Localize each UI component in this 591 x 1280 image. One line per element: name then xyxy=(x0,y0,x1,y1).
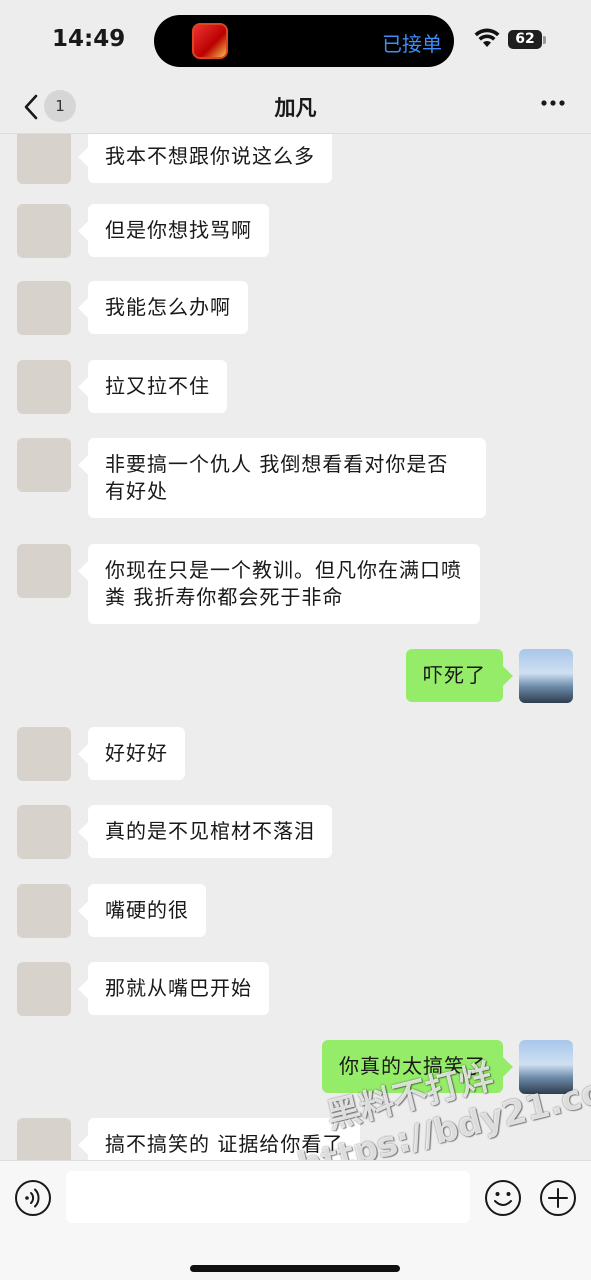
message-text: 那就从嘴巴开始 xyxy=(105,976,252,1000)
message-bubble[interactable]: 你真的太搞笑了 xyxy=(322,1040,503,1093)
contact-avatar[interactable] xyxy=(17,544,71,598)
message-text: 我本不想跟你说这么多 xyxy=(105,144,315,168)
dynamic-island[interactable]: 已接单 xyxy=(154,15,454,67)
wifi-icon xyxy=(474,28,500,47)
island-label: 已接单 xyxy=(382,32,442,56)
message-bubble[interactable]: 我本不想跟你说这么多 xyxy=(88,134,332,183)
message-text: 但是你想找骂啊 xyxy=(105,218,252,242)
status-time: 14:49 xyxy=(52,26,126,52)
contact-avatar[interactable] xyxy=(17,1118,71,1160)
contact-avatar[interactable] xyxy=(17,805,71,859)
message-bubble[interactable]: 我能怎么办啊 xyxy=(88,281,248,334)
nav-bar: 1 加凡 xyxy=(0,82,591,134)
contact-avatar[interactable] xyxy=(17,884,71,938)
contact-avatar[interactable] xyxy=(17,438,71,492)
message-text: 你现在只是一个教训。但凡你在满口喷粪 我折寿你都会死于非命 xyxy=(105,558,462,609)
message-text: 你真的太搞笑了 xyxy=(339,1054,486,1078)
message-input[interactable] xyxy=(66,1171,470,1223)
chat-title: 加凡 xyxy=(274,96,317,120)
battery-indicator: 62 xyxy=(508,30,542,49)
message-bubble[interactable]: 吓死了 xyxy=(406,649,503,702)
more-icon[interactable] xyxy=(540,98,566,108)
contact-avatar[interactable] xyxy=(17,281,71,335)
input-bar xyxy=(0,1160,591,1280)
contact-avatar[interactable] xyxy=(17,134,71,184)
plus-icon[interactable] xyxy=(539,1179,577,1217)
message-text: 真的是不见棺材不落泪 xyxy=(105,819,315,843)
message-bubble[interactable]: 搞不搞笑的 证据给你看了 xyxy=(88,1118,361,1160)
voice-icon[interactable] xyxy=(14,1179,52,1217)
contact-avatar[interactable] xyxy=(17,360,71,414)
message-bubble[interactable]: 嘴硬的很 xyxy=(88,884,206,937)
message-bubble[interactable]: 那就从嘴巴开始 xyxy=(88,962,269,1015)
message-text: 拉又拉不住 xyxy=(105,374,210,398)
message-text: 吓死了 xyxy=(423,663,486,687)
user-avatar[interactable] xyxy=(519,1040,573,1094)
battery-cap xyxy=(543,36,546,44)
message-text: 搞不搞笑的 证据给你看了 xyxy=(105,1132,344,1156)
message-text: 嘴硬的很 xyxy=(105,898,189,922)
message-bubble[interactable]: 非要搞一个仇人 我倒想看看对你是否有好处 xyxy=(88,438,486,518)
message-text: 好好好 xyxy=(105,741,168,765)
contact-avatar[interactable] xyxy=(17,204,71,258)
message-bubble[interactable]: 你现在只是一个教训。但凡你在满口喷粪 我折寿你都会死于非命 xyxy=(88,544,480,624)
message-bubble[interactable]: 拉又拉不住 xyxy=(88,360,227,413)
message-bubble[interactable]: 好好好 xyxy=(88,727,185,780)
emoji-icon[interactable] xyxy=(484,1179,522,1217)
message-bubble[interactable]: 真的是不见棺材不落泪 xyxy=(88,805,332,858)
message-bubble[interactable]: 但是你想找骂啊 xyxy=(88,204,269,257)
contact-avatar[interactable] xyxy=(17,962,71,1016)
home-indicator xyxy=(190,1265,400,1272)
island-app-icon xyxy=(192,23,228,59)
contact-avatar[interactable] xyxy=(17,727,71,781)
message-text: 我能怎么办啊 xyxy=(105,295,231,319)
message-text: 非要搞一个仇人 我倒想看看对你是否有好处 xyxy=(105,452,449,503)
status-bar: 14:49 已接单 62 xyxy=(0,0,591,82)
chat-area[interactable]: 我本不想跟你说这么多 但是你想找骂啊 我能怎么办啊 拉又拉不住 非要搞一个仇人 … xyxy=(0,134,591,1160)
user-avatar[interactable] xyxy=(519,649,573,703)
